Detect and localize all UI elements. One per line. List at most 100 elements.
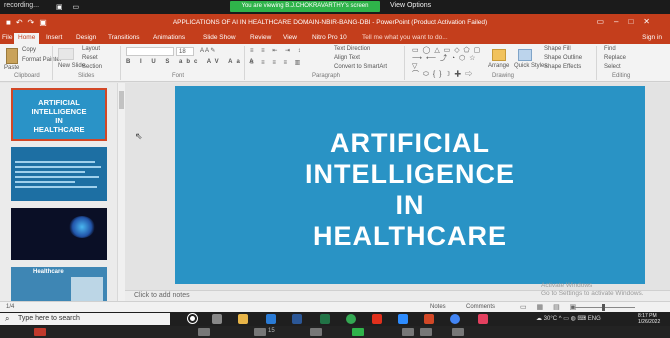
shapes-gallery[interactable]: ▭ ◯ △ ▭ ◇ ⬠ ▢ ⟶ ⟵ ⤴ ◔ ⬡ ☆ ▽ ⌒ ⬭ { } ☽ ✚ ⇨ <box>412 47 482 78</box>
task-view-icon[interactable] <box>212 314 222 324</box>
apps-icon[interactable] <box>452 328 464 336</box>
tab-design[interactable]: Design <box>76 34 96 41</box>
cortana-icon[interactable] <box>188 314 197 323</box>
tab-home[interactable]: Home <box>14 33 40 44</box>
font-format-buttons[interactable]: B I U S abc AV Aa A <box>126 59 258 65</box>
security-icon[interactable] <box>198 328 210 336</box>
reactions-icon[interactable] <box>420 328 432 336</box>
ribbon-separator <box>52 46 53 80</box>
browser-icon[interactable] <box>450 314 460 324</box>
maximize-icon[interactable]: □ <box>628 17 643 26</box>
zoom-icon[interactable] <box>398 314 408 324</box>
start-icon[interactable]: ▣ <box>39 18 52 27</box>
chrome-icon[interactable] <box>346 314 356 324</box>
quick-styles-button[interactable]: Quick Styles <box>514 63 547 69</box>
format-painter-button[interactable]: Format Painter <box>22 57 62 63</box>
status-bar: 1/4 Notes Comments ▭ ▦ ▤ ▣ <box>0 301 670 312</box>
slide-thumbnail-2[interactable] <box>11 147 107 201</box>
excel-icon[interactable] <box>320 314 330 324</box>
slide-thumbnail-3[interactable] <box>11 208 107 260</box>
paste-icon[interactable] <box>6 48 18 64</box>
zoom-slider-knob[interactable] <box>602 304 605 311</box>
thumbnail-scrollbar[interactable] <box>117 83 125 301</box>
convert-smartart-button[interactable]: Convert to SmartArt <box>334 64 387 70</box>
screen: recording... ▣ ▭ You are viewing B.J.CHO… <box>0 0 670 338</box>
tab-nitro[interactable]: Nitro Pro 10 <box>312 34 347 41</box>
section-button[interactable]: Section <box>82 64 102 70</box>
arrange-button[interactable]: Arrange <box>488 63 509 69</box>
chat-icon[interactable] <box>310 328 322 336</box>
slide-title-line: HEALTHCARE <box>313 221 507 251</box>
tab-slide-show[interactable]: Slide Show <box>203 34 236 41</box>
undo-icon[interactable]: ↶ <box>16 18 28 27</box>
slide-title[interactable]: ARTIFICIAL INTELLIGENCE IN HEALTHCARE <box>175 128 645 252</box>
text-direction-button[interactable]: Text Direction <box>334 46 370 52</box>
tab-view[interactable]: View <box>283 34 297 41</box>
layout-button[interactable]: Layout <box>82 46 100 52</box>
slide-thumbnail-4[interactable]: Healthcare <box>11 267 107 301</box>
group-drawing-label: Drawing <box>492 73 515 79</box>
meeting-icons[interactable]: ▣ ▭ <box>56 3 83 11</box>
zoom-slider[interactable] <box>575 307 635 308</box>
powerpoint-icon[interactable] <box>424 314 434 324</box>
align-buttons[interactable]: ≡ ≡ ≡ ≡ ▥ <box>250 59 303 66</box>
shape-outline-button[interactable]: Shape Outline <box>544 55 582 61</box>
shape-fill-button[interactable]: Shape Fill <box>544 46 571 52</box>
tab-file[interactable]: File <box>2 34 12 41</box>
mute-icon[interactable] <box>34 328 46 336</box>
quick-styles-icon[interactable] <box>518 49 532 61</box>
current-slide[interactable]: ARTIFICIAL INTELLIGENCE IN HEALTHCARE <box>175 86 645 284</box>
sign-in-link[interactable]: Sign in <box>642 34 662 41</box>
find-button[interactable]: Find <box>604 46 616 52</box>
scrollbar-handle[interactable] <box>119 91 124 109</box>
tab-animations[interactable]: Animations <box>153 34 185 41</box>
quick-access-toolbar[interactable]: ■↶↷▣ <box>6 18 52 27</box>
app-icon[interactable] <box>478 314 488 324</box>
new-slide-button[interactable]: New Slide <box>58 63 85 69</box>
notes-placeholder[interactable]: Click to add notes <box>134 292 190 299</box>
paste-button[interactable]: Paste <box>4 65 19 71</box>
acrobat-icon[interactable] <box>372 314 382 324</box>
windows-taskbar: ⌕ Type here to search ☁ 30°C ^ ▭ ◍ ⌨ ENG… <box>0 312 670 326</box>
shape-effects-button[interactable]: Shape Effects <box>544 64 581 70</box>
redo-icon[interactable]: ↷ <box>28 18 40 27</box>
slide-thumbnail-1[interactable]: ARTIFICIAL INTELLIGENCE IN HEALTHCARE <box>11 88 107 141</box>
arrange-icon[interactable] <box>492 49 506 61</box>
font-grow-shrink[interactable]: A A ✎ <box>200 47 215 54</box>
mail-icon[interactable] <box>266 314 276 324</box>
copy-button[interactable]: Copy <box>22 47 36 53</box>
comments-toggle-button[interactable]: Comments <box>466 304 495 310</box>
temperature-label: 30°C <box>543 316 558 322</box>
tab-insert[interactable]: Insert <box>46 34 62 41</box>
align-text-button[interactable]: Align Text <box>334 55 360 61</box>
font-size-input[interactable]: 18 <box>176 47 194 56</box>
notes-toggle-button[interactable]: Notes <box>430 304 446 310</box>
font-name-input[interactable] <box>126 47 174 56</box>
system-tray[interactable]: ☁ 30°C ^ ▭ ◍ ⌨ ENG <box>536 315 601 322</box>
taskbar-search[interactable]: ⌕ Type here to search <box>0 313 170 325</box>
view-mode-buttons[interactable]: ▭ ▦ ▤ ▣ <box>520 303 580 311</box>
ribbon-display-icon[interactable]: ▭ <box>596 17 614 26</box>
reset-button[interactable]: Reset <box>82 55 98 61</box>
clock[interactable]: 8:17 PM 1/26/2022 <box>638 313 660 325</box>
list-buttons[interactable]: ≡ ≡ ⇤ ⇥ ↕ <box>250 47 304 54</box>
file-explorer-icon[interactable] <box>238 314 248 324</box>
notes-pane[interactable]: Click to add notes Activate Windows Go t… <box>125 282 670 301</box>
minimize-icon[interactable]: – <box>614 17 628 26</box>
thumbnail-4-image <box>71 277 103 301</box>
word-icon[interactable] <box>292 314 302 324</box>
record-icon[interactable] <box>402 328 414 336</box>
tab-transitions[interactable]: Transitions <box>108 34 140 41</box>
window-controls[interactable]: ▭–□✕ <box>596 17 660 26</box>
save-icon[interactable]: ■ <box>6 18 16 27</box>
activate-windows-title: Activate Windows <box>541 282 593 289</box>
close-icon[interactable]: ✕ <box>643 17 660 26</box>
tab-review[interactable]: Review <box>250 34 271 41</box>
tell-me-search[interactable]: Tell me what you want to do... <box>362 34 448 41</box>
select-button[interactable]: Select <box>604 64 621 70</box>
new-slide-icon[interactable] <box>58 48 74 60</box>
participants-icon[interactable] <box>254 328 266 336</box>
replace-button[interactable]: Replace <box>604 55 626 61</box>
share-screen-icon[interactable] <box>352 328 364 336</box>
view-options-button[interactable]: View Options <box>390 2 431 9</box>
